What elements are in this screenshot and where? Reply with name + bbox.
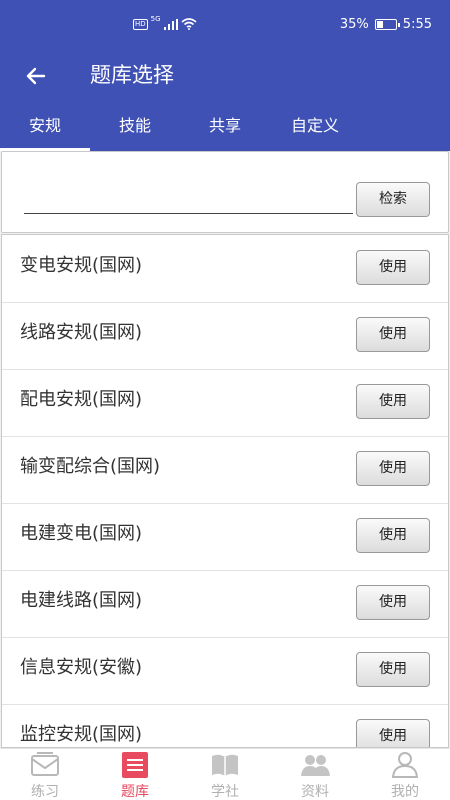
use-button[interactable]: 使用 xyxy=(356,518,430,553)
nav-practice[interactable]: 练习 xyxy=(0,749,90,800)
bottom-nav: 练习 题库 学社 资料 我的 xyxy=(0,748,450,800)
wifi-icon xyxy=(181,18,197,30)
battery-fill xyxy=(376,21,383,28)
nav-mine[interactable]: 我的 xyxy=(360,749,450,800)
network-type: 5G xyxy=(150,15,161,23)
use-button[interactable]: 使用 xyxy=(356,585,430,620)
status-bar: HD 5G 35% 5:55 xyxy=(0,0,450,50)
back-button[interactable] xyxy=(20,60,52,92)
list-item: 信息安规(安徽) 使用 xyxy=(2,637,448,705)
use-button[interactable]: 使用 xyxy=(356,317,430,352)
question-bank-list: 变电安规(国网) 使用 线路安规(国网) 使用 配电安规(国网) 使用 输变配综… xyxy=(1,234,449,748)
clock: 5:55 xyxy=(402,17,432,32)
use-button[interactable]: 使用 xyxy=(356,451,430,486)
back-arrow-icon xyxy=(26,67,46,85)
category-tabs: 安规 技能 共享 自定义 xyxy=(0,102,450,151)
bank-label: 信息安规(安徽) xyxy=(20,657,143,678)
use-button[interactable]: 使用 xyxy=(356,719,430,747)
list-icon xyxy=(122,752,148,778)
nav-label: 题库 xyxy=(121,784,149,800)
tab-skills[interactable]: 技能 xyxy=(90,102,180,151)
tab-safety-rules[interactable]: 安规 xyxy=(0,102,90,151)
tab-shared[interactable]: 共享 xyxy=(180,102,270,151)
use-button[interactable]: 使用 xyxy=(356,652,430,687)
use-button[interactable]: 使用 xyxy=(356,250,430,285)
tab-custom[interactable]: 自定义 xyxy=(270,102,360,151)
bank-label: 电建变电(国网) xyxy=(20,523,143,544)
mail-icon xyxy=(31,752,59,776)
list-item: 输变配综合(国网) 使用 xyxy=(2,436,448,504)
bank-label: 输变配综合(国网) xyxy=(20,456,161,477)
bank-label: 配电安规(国网) xyxy=(20,389,143,410)
search-input[interactable] xyxy=(24,192,353,214)
nav-study-club[interactable]: 学社 xyxy=(180,749,270,800)
nav-materials[interactable]: 资料 xyxy=(270,749,360,800)
status-network-group: HD 5G xyxy=(133,15,197,30)
signal-icon xyxy=(163,18,178,30)
list-item: 电建变电(国网) 使用 xyxy=(2,503,448,571)
people-icon xyxy=(301,755,330,776)
book-icon xyxy=(212,754,238,776)
list-item: 线路安规(国网) 使用 xyxy=(2,302,448,370)
battery-icon xyxy=(374,19,400,30)
battery-percent: 35% xyxy=(339,17,369,32)
nav-label: 资料 xyxy=(301,784,329,800)
search-button[interactable]: 检索 xyxy=(356,182,430,217)
bank-label: 变电安规(国网) xyxy=(20,255,143,276)
list-item: 监控安规(国网) 使用 xyxy=(2,704,448,747)
list-item: 电建线路(国网) 使用 xyxy=(2,570,448,638)
page-title: 题库选择 xyxy=(90,63,174,87)
bank-label: 监控安规(国网) xyxy=(20,724,143,745)
bank-label: 线路安规(国网) xyxy=(20,322,143,343)
bank-label: 电建线路(国网) xyxy=(20,590,143,611)
list-item: 配电安规(国网) 使用 xyxy=(2,369,448,437)
nav-label: 我的 xyxy=(391,784,419,800)
person-icon xyxy=(391,752,419,778)
nav-label: 学社 xyxy=(211,784,239,800)
use-button[interactable]: 使用 xyxy=(356,384,430,419)
nav-label: 练习 xyxy=(31,784,59,800)
list-item: 变电安规(国网) 使用 xyxy=(2,235,448,303)
status-right-group: 35% 5:55 xyxy=(340,17,432,32)
search-card: 检索 xyxy=(1,151,449,233)
nav-question-bank[interactable]: 题库 xyxy=(90,749,180,800)
hd-badge: HD xyxy=(133,18,148,30)
app-bar: 题库选择 xyxy=(0,50,450,102)
